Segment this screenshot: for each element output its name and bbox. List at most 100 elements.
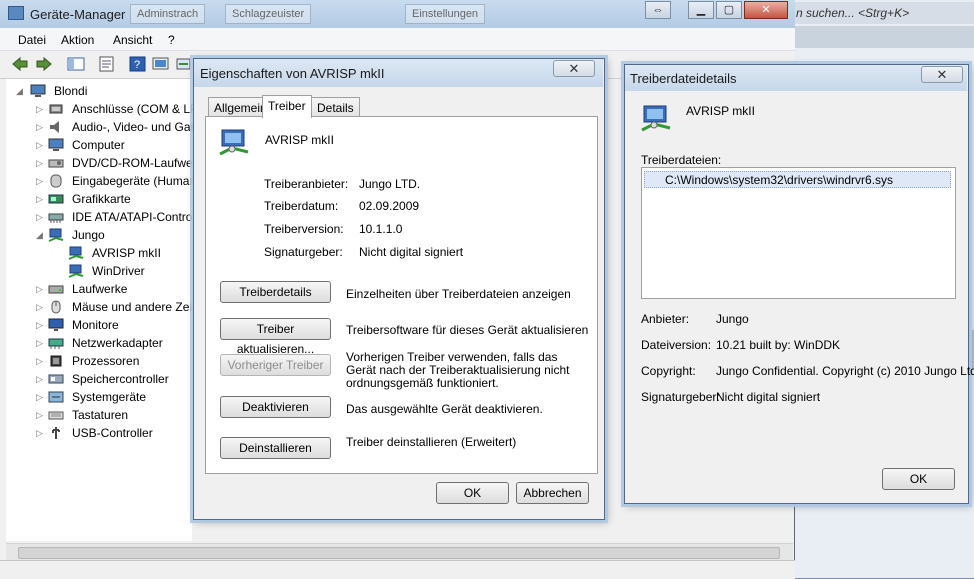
disable-device-button[interactable]: Deaktivieren xyxy=(220,396,331,418)
expand-arrow-icon[interactable]: ▷ xyxy=(36,208,43,226)
provider-value: Jungo xyxy=(716,312,749,326)
update-driver-button[interactable]: Treiber aktualisieren... xyxy=(220,318,331,356)
tree-child-label: WinDriver xyxy=(92,264,145,278)
expand-arrow-icon[interactable]: ▷ xyxy=(36,298,43,316)
window-title: Geräte-Manager xyxy=(30,7,126,22)
show-hide-tree-icon[interactable] xyxy=(66,55,86,73)
network-device-icon xyxy=(68,246,84,260)
menu-aktion[interactable]: Aktion xyxy=(61,33,94,47)
minimize-button[interactable]: ▁ xyxy=(688,1,714,19)
update-driver-icon[interactable] xyxy=(174,55,194,73)
background-search-field[interactable]: n suchen... <Strg+K> xyxy=(790,2,974,24)
restore-down-button[interactable]: ⇔ xyxy=(645,1,671,19)
back-arrow-icon[interactable] xyxy=(10,55,30,73)
keyboard-icon xyxy=(48,411,64,420)
copyright-value: Jungo Confidential. Copyright (c) 2010 J… xyxy=(716,364,974,378)
tree-root-label: Blondi xyxy=(54,84,88,98)
expand-arrow-icon[interactable]: ▷ xyxy=(36,334,43,352)
properties-close-button[interactable]: ✕ xyxy=(553,60,595,77)
collapse-arrow-icon[interactable]: ◢ xyxy=(36,226,43,244)
driver-details-button[interactable]: Treiberdetails xyxy=(220,281,331,303)
ide-controller-icon xyxy=(48,213,64,223)
expand-arrow-icon[interactable]: ▷ xyxy=(36,118,43,136)
network-device-icon xyxy=(219,129,249,156)
help-icon[interactable]: ? xyxy=(128,55,148,73)
port-icon xyxy=(49,104,63,114)
expand-arrow-icon[interactable]: ▷ xyxy=(36,406,43,424)
menu-datei[interactable]: Datei xyxy=(18,33,46,47)
uninstall-driver-description: Treiber deinstallieren (Erweitert) xyxy=(346,435,517,449)
expand-arrow-icon[interactable]: ▷ xyxy=(36,316,43,334)
svg-text:?: ? xyxy=(134,59,140,71)
uninstall-driver-button[interactable]: Deinstallieren xyxy=(220,437,331,459)
tab-treiber[interactable]: Treiber xyxy=(262,95,312,118)
ghost-tab-1: Adminstrach xyxy=(130,4,206,24)
collapse-arrow-icon[interactable]: ◢ xyxy=(16,82,23,100)
rollback-driver-button[interactable]: Vorheriger Treiber xyxy=(220,354,331,376)
forward-arrow-icon[interactable] xyxy=(34,55,54,73)
drive-icon xyxy=(48,285,64,294)
signer-value: Nicht digital signiert xyxy=(359,245,464,259)
expand-arrow-icon[interactable]: ▷ xyxy=(36,424,43,442)
tree-item-label: Laufwerke xyxy=(72,282,128,296)
background-toolbar xyxy=(790,26,974,48)
tab-details[interactable]: Details xyxy=(311,97,360,117)
driver-provider-value: Jungo LTD. xyxy=(359,177,421,191)
details-signer-label: Signaturgeber: xyxy=(641,390,720,404)
properties-ok-button[interactable]: OK xyxy=(436,482,509,504)
network-device-icon xyxy=(48,228,64,242)
tree-child-label: AVRISP mkII xyxy=(92,246,161,260)
tree-item-label: DVD/CD-ROM-Laufwerke xyxy=(72,156,210,170)
expand-arrow-icon[interactable]: ▷ xyxy=(36,352,43,370)
computer-icon xyxy=(48,138,64,151)
menu-help[interactable]: ? xyxy=(168,33,175,47)
display-adapter-icon xyxy=(48,194,64,204)
tree-item-label: Grafikkarte xyxy=(72,192,131,206)
details-ok-button[interactable]: OK xyxy=(882,468,955,490)
monitor-icon xyxy=(48,318,64,331)
maximize-button[interactable]: ▢ xyxy=(716,1,742,19)
disable-device-description: Das ausgewählte Gerät deaktivieren. xyxy=(346,402,543,416)
details-device-name: AVRISP mkII xyxy=(686,104,755,118)
expand-arrow-icon[interactable]: ▷ xyxy=(36,280,43,298)
ghost-tab-3: Einstellungen xyxy=(405,4,486,24)
storage-controller-icon xyxy=(48,374,64,384)
menu-ansicht[interactable]: Ansicht xyxy=(113,33,152,47)
tree-item-label: Tastaturen xyxy=(72,408,129,422)
driver-details-description: Einzelheiten über Treiberdateien anzeige… xyxy=(346,287,571,301)
driver-file-item[interactable]: C:\Windows\system32\drivers\windrvr6.sys xyxy=(644,171,951,188)
hid-icon xyxy=(50,174,62,188)
tree-item-label: Anschlüsse (COM & LPT) xyxy=(72,102,210,116)
close-window-button[interactable]: ✕ xyxy=(744,1,788,19)
expand-arrow-icon[interactable]: ▷ xyxy=(36,100,43,118)
driver-version-value: 10.1.1.0 xyxy=(359,222,403,236)
driver-file-details-title: Treiberdateidetails xyxy=(630,71,737,86)
provider-label: Anbieter: xyxy=(641,312,690,326)
expand-arrow-icon[interactable]: ▷ xyxy=(36,190,43,208)
tree-item-label: Prozessoren xyxy=(72,354,140,368)
network-device-icon xyxy=(68,264,84,278)
scan-hardware-icon[interactable] xyxy=(151,55,171,73)
device-manager-icon xyxy=(8,6,24,20)
usb-icon xyxy=(52,427,60,439)
tree-item-label: IDE ATA/ATAPI-Controller xyxy=(72,210,209,224)
network-adapter-icon xyxy=(48,338,64,349)
device-tree[interactable]: ◢ Blondi ▷ Anschlüsse (COM & LPT) ▷ Audio-,… xyxy=(6,79,296,541)
driver-date-label: Treiberdatum: xyxy=(264,199,339,213)
horizontal-scroll-thumb[interactable] xyxy=(18,547,780,559)
expand-arrow-icon[interactable]: ▷ xyxy=(36,388,43,406)
tree-item-label: Systemgeräte xyxy=(72,390,147,404)
expand-arrow-icon[interactable]: ▷ xyxy=(36,154,43,172)
rollback-driver-description: Vorherigen Treiber verwenden, falls das … xyxy=(346,350,570,390)
tree-item-label: USB-Controller xyxy=(72,426,153,440)
details-close-button[interactable]: ✕ xyxy=(921,66,963,83)
properties-dialog-title: Eigenschaften von AVRISP mkII xyxy=(200,66,385,81)
statusbar xyxy=(0,560,795,579)
expand-arrow-icon[interactable]: ▷ xyxy=(36,172,43,190)
tree-item-label: Monitore xyxy=(72,318,119,332)
expand-arrow-icon[interactable]: ▷ xyxy=(36,136,43,154)
expand-arrow-icon[interactable]: ▷ xyxy=(36,370,43,388)
properties-cancel-button[interactable]: Abbrechen xyxy=(516,482,589,504)
properties-icon[interactable] xyxy=(97,55,117,73)
tree-item-label: Jungo xyxy=(72,228,105,242)
